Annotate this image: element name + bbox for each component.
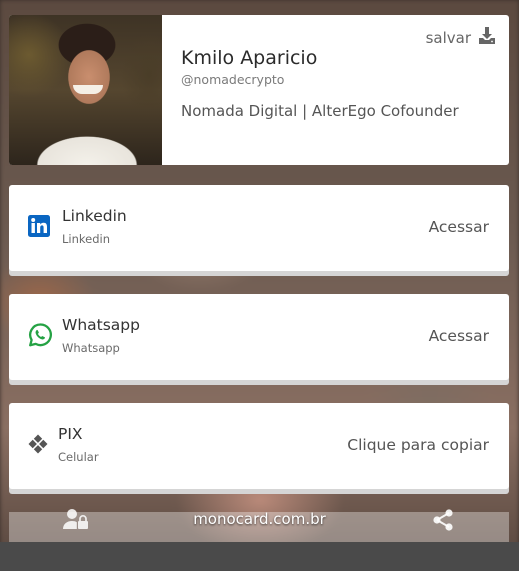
whatsapp-icon (28, 323, 53, 352)
save-contact-button[interactable]: salvar (426, 27, 495, 48)
profile-bio: Nomada Digital | AlterEgo Cofounder (181, 102, 459, 120)
download-icon (479, 27, 495, 48)
link-pix[interactable]: PIX Celular Clique para copiar (9, 403, 509, 489)
link-title: Whatsapp (62, 316, 140, 334)
link-subtitle: Celular (58, 450, 99, 464)
pix-icon (28, 434, 48, 458)
bottom-bar (0, 542, 519, 571)
link-linkedin[interactable]: Linkedin Linkedin Acessar (9, 185, 509, 271)
link-action[interactable]: Acessar (429, 327, 489, 345)
link-title: Linkedin (62, 207, 127, 225)
share-icon[interactable] (431, 508, 455, 536)
link-subtitle: Linkedin (62, 232, 110, 246)
profile-name: Kmilo Aparicio (181, 47, 318, 69)
save-label: salvar (425, 28, 471, 47)
profile-handle: @nomadecrypto (181, 72, 285, 87)
profile-photo (9, 15, 162, 165)
link-subtitle: Whatsapp (62, 341, 120, 355)
linkedin-icon (28, 215, 50, 241)
link-action[interactable]: Acessar (429, 218, 489, 236)
link-whatsapp[interactable]: Whatsapp Whatsapp Acessar (9, 294, 509, 380)
link-action[interactable]: Clique para copiar (347, 436, 489, 454)
link-title: PIX (58, 425, 83, 443)
profile-card: Kmilo Aparicio @nomadecrypto Nomada Digi… (9, 15, 509, 165)
